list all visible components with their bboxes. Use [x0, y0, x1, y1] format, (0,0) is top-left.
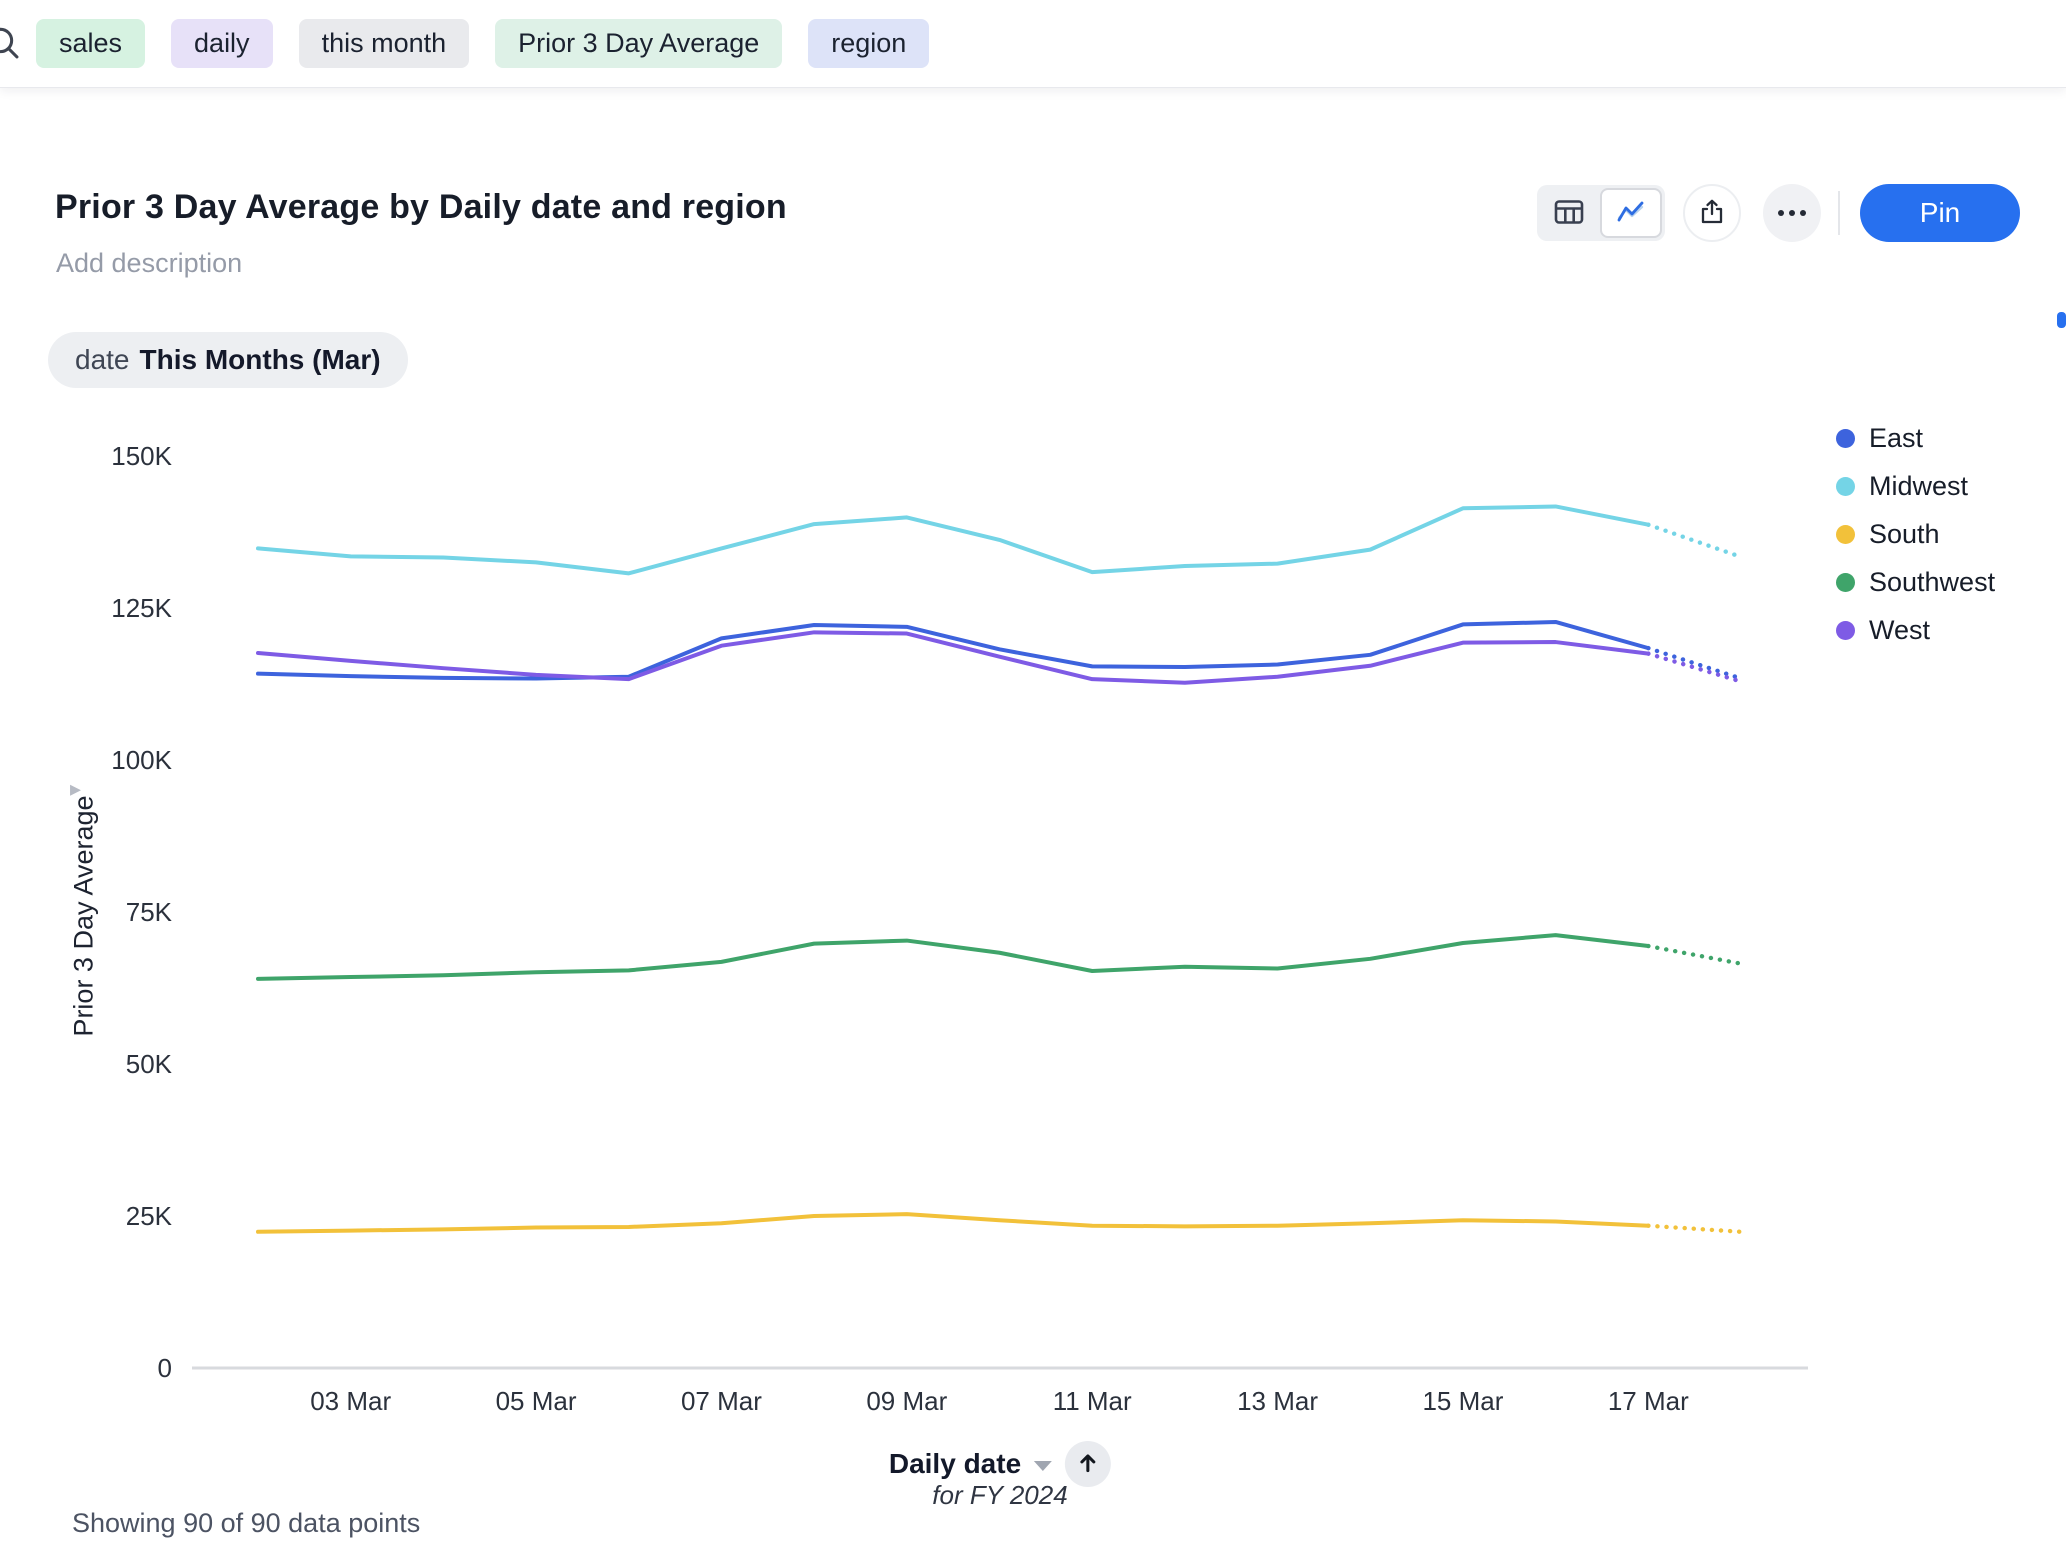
y-tick-label: 125K	[40, 592, 172, 624]
search-token[interactable]: sales	[36, 19, 145, 68]
scrollbar-thumb[interactable]	[2057, 312, 2066, 328]
series-projection-southwest[interactable]	[1648, 946, 1741, 964]
legend-label: South	[1869, 519, 1940, 550]
series-projection-south[interactable]	[1648, 1226, 1741, 1232]
x-tick-label: 17 Mar	[1578, 1386, 1718, 1417]
search-bar[interactable]: sales daily this month Prior 3 Day Average r…	[0, 0, 2066, 88]
legend-swatch	[1836, 429, 1855, 448]
y-tick-label: 25K	[40, 1200, 172, 1232]
legend-item-west[interactable]: West	[1836, 616, 1995, 644]
answer-toolbar: Pin	[1537, 184, 2020, 242]
more-options-button[interactable]	[1763, 184, 1821, 242]
series-line-southwest[interactable]	[258, 935, 1648, 979]
series-projection-west[interactable]	[1648, 654, 1741, 682]
table-icon	[1554, 199, 1584, 228]
search-token[interactable]: daily	[171, 19, 273, 68]
search-token[interactable]: this month	[299, 19, 470, 68]
search-tokens: sales daily this month Prior 3 Day Average r…	[36, 19, 929, 68]
legend-label: Southwest	[1869, 567, 1995, 598]
x-tick-label: 09 Mar	[837, 1386, 977, 1417]
search-icon	[0, 24, 24, 64]
table-view-button[interactable]	[1540, 188, 1598, 238]
view-toggle	[1537, 185, 1665, 241]
chart-legend: East Midwest South Southwest West	[1836, 424, 1995, 644]
share-icon	[1698, 198, 1726, 229]
x-tick-label: 15 Mar	[1393, 1386, 1533, 1417]
legend-item-midwest[interactable]: Midwest	[1836, 472, 1995, 500]
series-line-midwest[interactable]	[258, 506, 1648, 573]
y-tick-label: 50K	[40, 1048, 172, 1080]
line-chart-icon	[1616, 199, 1646, 228]
x-tick-label: 05 Mar	[466, 1386, 606, 1417]
x-tick-label: 07 Mar	[651, 1386, 791, 1417]
legend-item-southwest[interactable]: Southwest	[1836, 568, 1995, 596]
y-tick-label: 75K	[40, 896, 172, 928]
legend-swatch	[1836, 573, 1855, 592]
app-root: sales daily this month Prior 3 Day Average r…	[0, 0, 2066, 1544]
share-button[interactable]	[1683, 184, 1741, 242]
legend-label: Midwest	[1869, 471, 1968, 502]
legend-item-east[interactable]: East	[1836, 424, 1995, 452]
y-tick-label: 0	[40, 1352, 172, 1384]
series-projection-midwest[interactable]	[1648, 525, 1741, 557]
series-projection-east[interactable]	[1648, 648, 1741, 678]
chart-view-button[interactable]	[1600, 188, 1662, 238]
legend-label: West	[1869, 615, 1930, 646]
y-tick-label: 100K	[40, 744, 172, 776]
legend-label: East	[1869, 423, 1923, 454]
legend-swatch	[1836, 621, 1855, 640]
ellipsis-icon	[1778, 210, 1806, 216]
x-tick-label: 13 Mar	[1208, 1386, 1348, 1417]
pin-button[interactable]: Pin	[1860, 184, 2020, 242]
legend-item-south[interactable]: South	[1836, 520, 1995, 548]
x-tick-label: 11 Mar	[1022, 1386, 1162, 1417]
x-tick-label: 03 Mar	[281, 1386, 421, 1417]
search-token[interactable]: Prior 3 Day Average	[495, 19, 782, 68]
legend-swatch	[1836, 525, 1855, 544]
toolbar-divider	[1838, 191, 1840, 235]
y-tick-label: 150K	[40, 440, 172, 472]
search-token[interactable]: region	[808, 19, 929, 68]
series-line-south[interactable]	[258, 1214, 1648, 1232]
legend-swatch	[1836, 477, 1855, 496]
